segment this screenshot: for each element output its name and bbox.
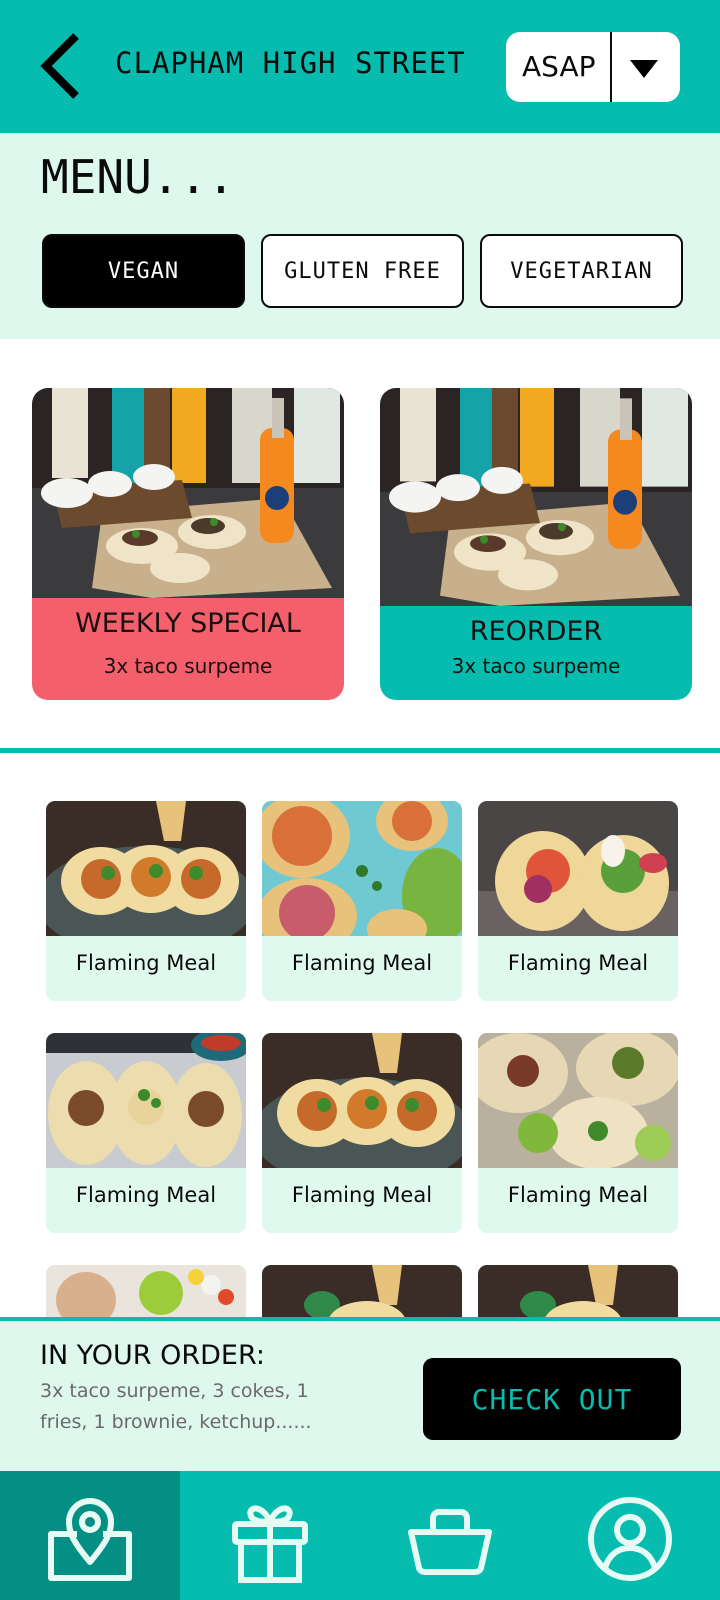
taco-photo <box>46 1265 246 1317</box>
section-divider <box>0 748 720 753</box>
chevron-down-icon[interactable] <box>628 58 660 80</box>
meal-card[interactable]: Flaming Meal <box>46 1033 246 1233</box>
filter-vegan[interactable]: VEGAN <box>42 234 245 308</box>
nav-rewards[interactable] <box>180 1471 360 1600</box>
meal-name: Flaming Meal <box>507 1183 649 1207</box>
meal-card[interactable]: Flaming Meal <box>478 801 678 1001</box>
nav-account[interactable] <box>540 1471 720 1600</box>
taco-photo <box>478 1033 678 1168</box>
taco-platter-photo <box>380 388 692 606</box>
chevron-left-icon <box>40 33 79 99</box>
meal-card[interactable]: Flaming Meal <box>262 801 462 1001</box>
taco-platter-photo <box>32 388 344 598</box>
meal-card[interactable] <box>478 1265 678 1317</box>
select-divider <box>610 32 612 102</box>
taco-photo <box>262 1033 462 1168</box>
gift-icon <box>232 1505 308 1583</box>
menu-title: MENU... <box>41 150 235 204</box>
taco-photo <box>262 801 462 936</box>
filter-gluten-free[interactable]: GLUTEN FREE <box>261 234 464 308</box>
meal-name: Flaming Meal <box>75 951 217 975</box>
back-button[interactable] <box>36 30 86 102</box>
meal-card[interactable] <box>262 1265 462 1317</box>
meal-card[interactable] <box>46 1265 246 1317</box>
order-title: IN YOUR ORDER: <box>40 1340 266 1371</box>
meal-card[interactable]: Flaming Meal <box>46 801 246 1001</box>
nav-location[interactable] <box>0 1471 180 1600</box>
basket-icon <box>408 1509 492 1575</box>
meal-name: Flaming Meal <box>75 1183 217 1207</box>
nav-basket[interactable] <box>360 1471 540 1600</box>
taco-photo <box>262 1265 462 1317</box>
delivery-time-select[interactable]: ASAP <box>506 32 680 102</box>
reorder-subtitle: 3x taco surpeme <box>451 654 621 678</box>
location-pin-icon <box>48 1498 132 1581</box>
taco-photo <box>478 1265 678 1317</box>
weekly-special-title: WEEKLY SPECIAL <box>75 608 301 639</box>
meal-name: Flaming Meal <box>291 951 433 975</box>
taco-photo <box>478 801 678 936</box>
meal-card[interactable]: Flaming Meal <box>262 1033 462 1233</box>
meal-name: Flaming Meal <box>291 1183 433 1207</box>
delivery-time-value: ASAP <box>522 50 596 83</box>
reorder-title: REORDER <box>469 616 603 647</box>
taco-photo <box>46 801 246 936</box>
meal-card[interactable]: Flaming Meal <box>478 1033 678 1233</box>
taco-photo <box>46 1033 246 1168</box>
checkout-button[interactable]: CHECK OUT <box>423 1358 681 1440</box>
meal-grid: Flaming Meal Flaming Meal Flaming Meal F… <box>0 756 720 1317</box>
order-items: 3x taco surpeme, 3 cokes, 1 fries, 1 bro… <box>40 1380 312 1433</box>
meal-name: Flaming Meal <box>507 951 649 975</box>
reorder-card[interactable]: REORDER 3x taco surpeme <box>380 388 692 700</box>
weekly-special-subtitle: 3x taco surpeme <box>103 654 273 678</box>
weekly-special-card[interactable]: WEEKLY SPECIAL 3x taco surpeme <box>32 388 344 700</box>
filter-vegetarian[interactable]: VEGETARIAN <box>480 234 683 308</box>
store-location[interactable]: CLAPHAM HIGH STREET <box>115 46 466 80</box>
account-icon <box>588 1497 672 1581</box>
